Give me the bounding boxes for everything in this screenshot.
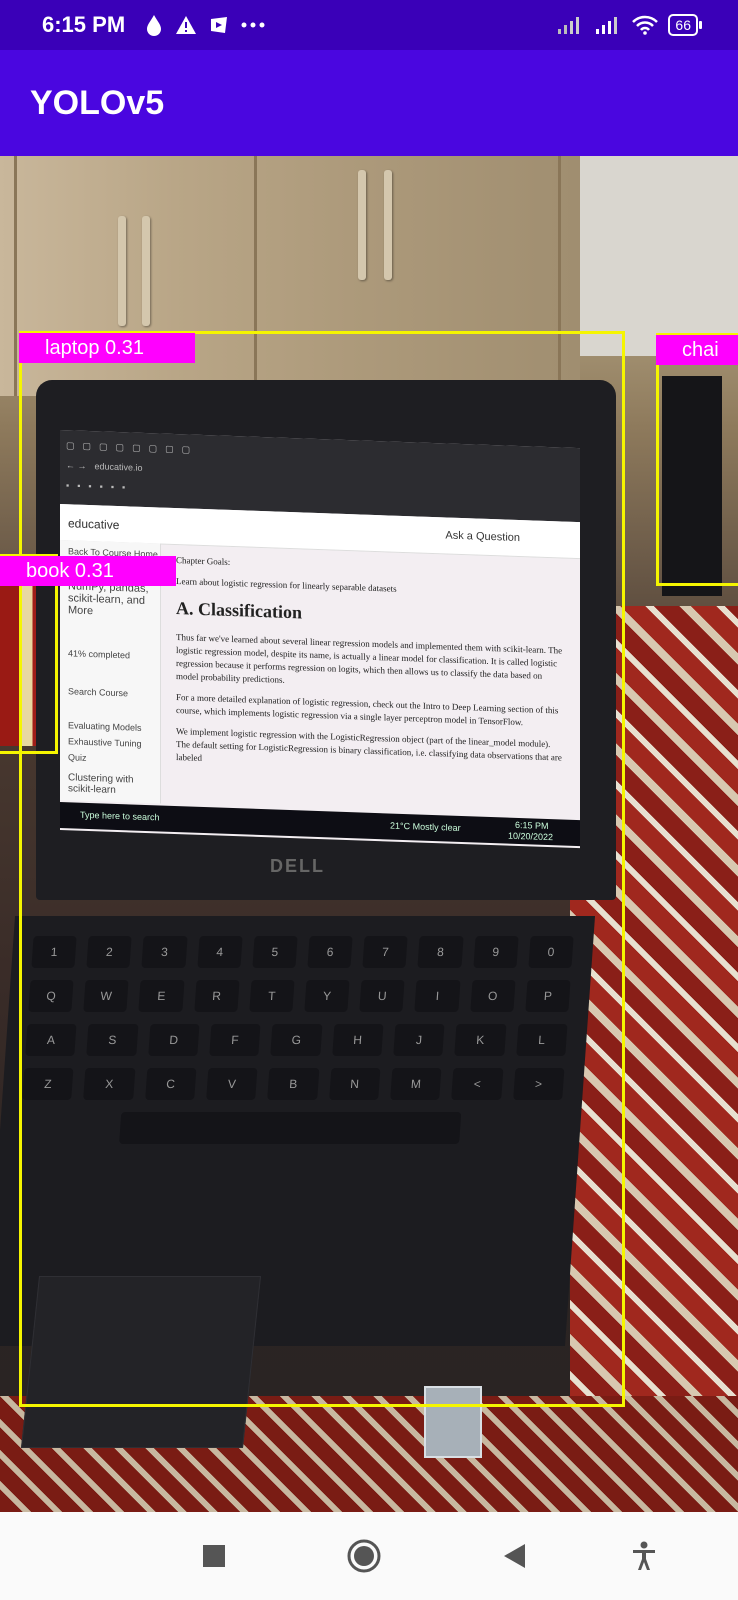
detection-box-laptop — [19, 331, 625, 1407]
door-handle — [384, 170, 392, 280]
detection-label-chair: chai — [656, 335, 738, 365]
wifi-icon — [632, 15, 659, 35]
system-icons: 66 — [556, 14, 702, 36]
battery-icon: 66 — [668, 14, 702, 36]
app-title: YOLOv5 — [30, 84, 165, 122]
back-triangle-icon — [504, 1544, 525, 1568]
status-bar: 6:15 PM 66 — [0, 0, 738, 50]
detection-label-book: book 0.31 — [0, 556, 176, 586]
notification-icons — [145, 14, 265, 36]
back-button[interactable] — [496, 1538, 532, 1574]
home-circle-icon — [347, 1539, 381, 1573]
recents-square-icon — [203, 1545, 225, 1567]
more-dots-icon — [241, 22, 265, 28]
camera-preview: ▢ ▢ ▢ ▢ ▢ ▢ ▢ ▢ ← → educative.io ▪ ▪ ▪ ▪ ▪ ▪ educativ… — [0, 156, 738, 1512]
alert-icon — [176, 16, 196, 34]
door-edge — [14, 156, 17, 396]
detection-box-chair — [656, 333, 738, 586]
home-button[interactable] — [346, 1538, 382, 1574]
door-handle — [118, 216, 126, 326]
detection-label-laptop: laptop 0.31 — [19, 333, 195, 363]
app-bar: YOLOv5 — [0, 50, 738, 156]
recents-button[interactable] — [196, 1538, 232, 1574]
door-handle — [142, 216, 150, 326]
signal-icon — [596, 17, 618, 34]
wall — [580, 156, 738, 356]
signal-icon — [558, 17, 580, 34]
status-time: 6:15 PM — [42, 12, 126, 37]
media-icon — [211, 17, 227, 33]
accessibility-button[interactable] — [626, 1538, 662, 1574]
accessibility-icon — [633, 1541, 655, 1570]
door-handle — [358, 170, 366, 280]
drop-icon — [147, 15, 161, 36]
system-nav-bar — [0, 1512, 738, 1600]
